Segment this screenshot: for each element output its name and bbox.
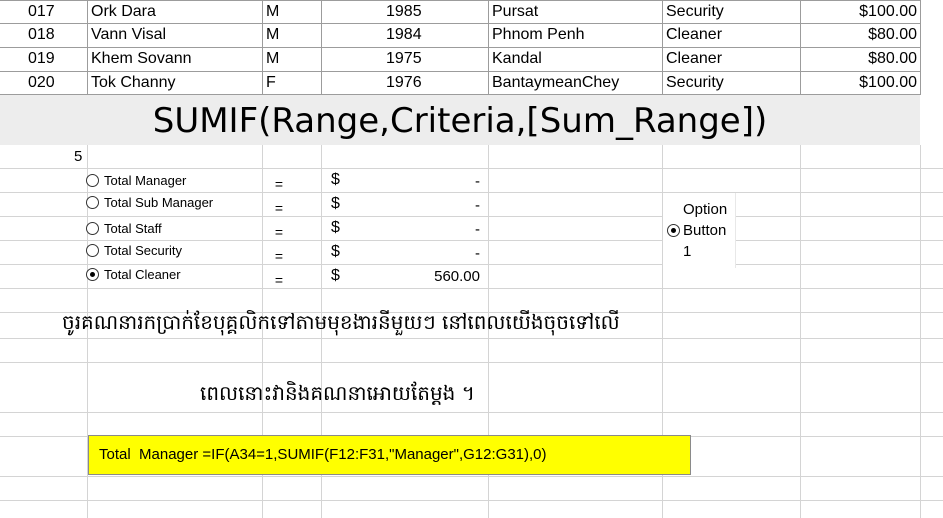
option-total-cleaner[interactable]: Total Cleaner [86,267,181,283]
gridline [0,216,943,217]
cell-name[interactable]: Vann Visal [91,24,166,46]
option-total-manager[interactable]: Total Manager [86,173,186,189]
gridline [0,168,943,169]
gridline [0,288,943,289]
formula-note: Total Manager =IF(A34=1,SUMIF(F12:F31,"M… [99,446,547,463]
gridline [0,240,943,241]
cell-salary[interactable]: $80.00 [800,48,917,70]
option-total-sub-manager[interactable]: Total Sub Manager [86,195,213,211]
option-button-control[interactable]: OptionButton1 [663,193,736,268]
radio-selected-icon[interactable] [86,268,99,281]
equals-sign: = [274,224,284,240]
option-label: Total Manager [104,173,187,188]
cell-role[interactable]: Security [666,1,724,23]
total-amount[interactable]: - [380,221,480,238]
total-amount[interactable]: - [380,245,480,262]
gridline [800,145,801,518]
equals-sign: = [274,272,284,288]
cell-gender[interactable]: M [266,1,279,23]
cell-place[interactable]: Pursat [492,1,538,23]
currency-symbol: $ [331,219,340,236]
cell-role[interactable]: Cleaner [666,48,722,70]
gridline [0,192,943,193]
table-border [920,0,921,95]
cell-role[interactable]: Security [666,72,724,94]
radio-icon[interactable] [86,222,99,235]
cell-name[interactable]: Tok Channy [91,72,176,94]
gridline [0,264,943,265]
radio-icon[interactable] [86,196,99,209]
cell-id[interactable]: 017 [28,1,55,23]
currency-symbol: $ [331,267,340,284]
cell-year[interactable]: 1984 [386,24,422,46]
table-border [321,0,322,95]
gridline [920,145,921,518]
cell-salary[interactable]: $100.00 [800,72,917,94]
currency-symbol: $ [331,171,340,188]
table-border [87,0,88,95]
cell-place[interactable]: BantaymeanChey [492,72,619,94]
equals-sign: = [274,248,284,264]
equals-sign: = [274,176,284,192]
equals-sign: = [274,200,284,216]
option-label: Total Cleaner [104,267,181,282]
option-label: Total Staff [104,221,162,236]
cell-role[interactable]: Cleaner [666,24,722,46]
table-border [488,0,489,95]
total-amount[interactable]: - [380,173,480,190]
cell-name[interactable]: Khem Sovann [91,48,192,70]
total-amount[interactable]: - [380,197,480,214]
option-label: Total Security [104,243,183,258]
cell-year[interactable]: 1976 [386,72,422,94]
cell-place[interactable]: Phnom Penh [492,24,585,46]
cell-id[interactable]: 020 [28,72,55,94]
option-button-label: OptionButton1 [683,201,728,260]
cell-year[interactable]: 1985 [386,1,422,23]
instruction-line-1: ចូរគណនារកប្រាក់ខែបុគ្គលិកទៅតាមមុខងារនីមួ… [62,310,620,334]
gridline [0,500,943,501]
table-border [262,0,263,95]
instruction-line-2: ពេលនោះវានិងគណនាអោយតែម្តង ។ [200,381,475,405]
cell-place[interactable]: Kandal [492,48,542,70]
cell-id[interactable]: 019 [28,48,55,70]
gridline [0,412,943,413]
gridline [0,476,943,477]
linked-cell-value[interactable]: 5 [74,146,82,168]
cell-name[interactable]: Ork Dara [91,1,156,23]
cell-year[interactable]: 1975 [386,48,422,70]
option-total-security[interactable]: Total Security [86,243,182,259]
cell-gender[interactable]: F [266,72,276,94]
currency-symbol: $ [331,243,340,260]
cell-gender[interactable]: M [266,24,279,46]
total-amount[interactable]: 560.00 [380,268,480,285]
cell-salary[interactable]: $80.00 [800,24,917,46]
formula-note-box[interactable]: Total Manager =IF(A34=1,SUMIF(F12:F31,"M… [88,435,691,475]
gridline [0,362,943,363]
option-label: Total Sub Manager [104,195,214,210]
radio-selected-icon[interactable] [667,224,680,237]
cell-gender[interactable]: M [266,48,279,70]
radio-icon[interactable] [86,244,99,257]
option-total-staff[interactable]: Total Staff [86,221,162,237]
radio-icon[interactable] [86,174,99,187]
currency-symbol: $ [331,195,340,212]
table-border [662,0,663,95]
cell-salary[interactable]: $100.00 [800,1,917,23]
cell-id[interactable]: 018 [28,24,55,46]
page-title[interactable]: SUMIF(Range,Criteria,[Sum_Range]) [0,96,920,146]
